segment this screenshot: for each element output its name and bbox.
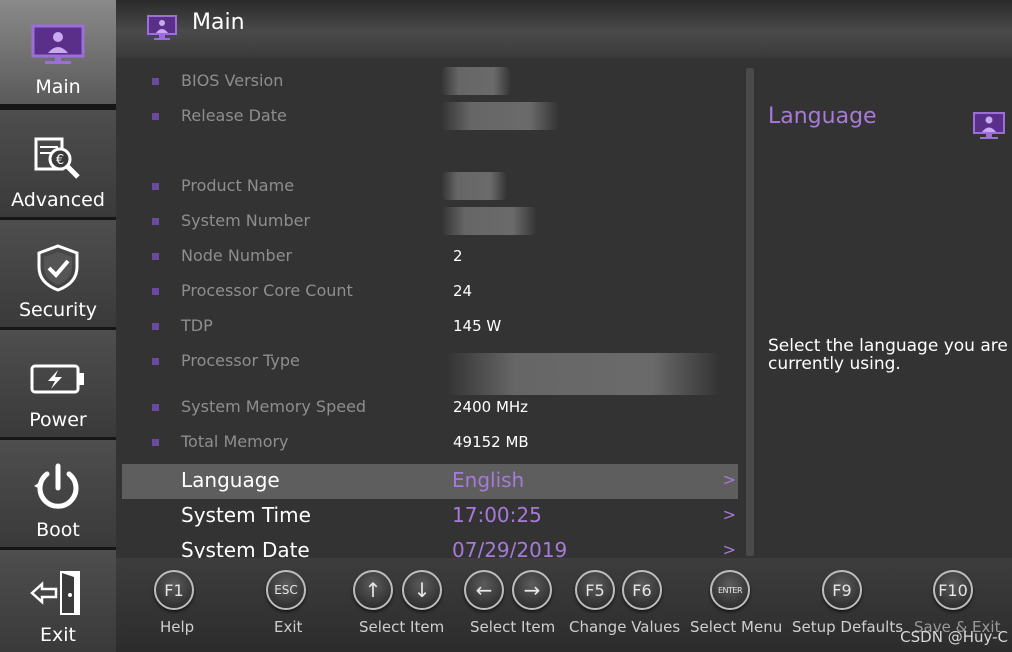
settings-list: BIOS Version Release Date Product Name S… (116, 58, 746, 562)
bullet-icon (152, 358, 159, 365)
bullet-icon (152, 218, 159, 225)
info-label: TDP (181, 316, 213, 335)
svg-text:€: € (56, 153, 64, 168)
info-value: 2 (453, 247, 463, 265)
info-row-core-count: Processor Core Count 24 (116, 275, 738, 310)
nav-label-advanced: Advanced (11, 189, 105, 211)
setting-label: System Time (181, 503, 311, 527)
chevron-right-icon: > (722, 505, 736, 524)
nav-item-boot[interactable]: Boot (0, 440, 116, 547)
nav-item-main[interactable]: Main (0, 0, 116, 104)
key-arrow-right-icon[interactable]: → (512, 570, 552, 610)
page-title: Main (192, 10, 245, 35)
nav-item-security[interactable]: Security (0, 220, 116, 327)
setting-row-language[interactable]: Language English > (122, 464, 738, 499)
bullet-icon (152, 113, 159, 120)
info-label: Processor Core Count (181, 281, 353, 300)
bullet-icon (152, 439, 159, 446)
key-arrow-left-icon[interactable]: ← (464, 570, 504, 610)
scroll-thumb[interactable] (746, 68, 754, 556)
info-label: Product Name (181, 176, 295, 195)
nav-item-power[interactable]: Power (0, 330, 116, 437)
setting-label: Language (181, 468, 280, 492)
help-title: Language (768, 104, 877, 129)
monitor-icon (972, 110, 1006, 146)
info-label: System Number (181, 211, 311, 230)
nav-item-exit[interactable]: Exit (0, 550, 116, 652)
bullet-icon (152, 183, 159, 190)
nav-label-boot: Boot (36, 519, 80, 541)
exit-door-icon (26, 564, 90, 622)
redacted-value (441, 172, 507, 200)
bullet-icon (152, 404, 159, 411)
nav-label-security: Security (18, 299, 98, 321)
info-label: Total Memory (181, 432, 289, 451)
info-row-total-memory: Total Memory 49152 MB (116, 426, 738, 461)
redacted-value (441, 67, 511, 95)
nav-item-advanced[interactable]: € Advanced (0, 110, 116, 217)
bullet-icon (152, 253, 159, 260)
info-row-system-number: System Number (116, 205, 738, 240)
key-f9[interactable]: F9 (822, 570, 862, 610)
shield-check-icon (26, 239, 90, 297)
info-label: Release Date (181, 106, 287, 125)
info-value: 2400 MHz (453, 398, 529, 416)
key-arrow-down-icon[interactable]: ↓ (402, 570, 442, 610)
battery-icon (26, 349, 90, 407)
magnify-chip-icon: € (26, 129, 90, 187)
nav-label-exit: Exit (40, 624, 76, 646)
monitor-icon (146, 14, 178, 46)
help-description: Select the language you are currently us… (768, 336, 1008, 374)
help-panel: Language Select the language you are cur… (756, 58, 1012, 558)
bullet-icon (152, 78, 159, 85)
info-label: BIOS Version (181, 71, 284, 90)
bullet-icon (152, 288, 159, 295)
info-row-product-name: Product Name (116, 170, 738, 205)
chevron-right-icon: > (722, 540, 736, 559)
key-caption-select-item-horizontal: Select Item (470, 618, 556, 636)
bullet-icon (152, 323, 159, 330)
key-f1[interactable]: F1 (154, 570, 194, 610)
key-enter[interactable]: ENTER (710, 570, 750, 610)
nav-label-power: Power (29, 409, 87, 431)
redacted-value (446, 353, 720, 395)
key-f6[interactable]: F6 (622, 570, 662, 610)
power-icon (26, 459, 90, 517)
info-row-bios-version: BIOS Version (116, 65, 738, 100)
info-label: Processor Type (181, 351, 300, 370)
key-caption-change-values: Change Values (569, 618, 681, 636)
key-legend-bar: F1 Help ESC Exit ↑ ↓ Select Item ← → Sel… (116, 558, 1012, 652)
key-f5[interactable]: F5 (575, 570, 615, 610)
key-caption-help: Help (160, 618, 195, 636)
info-value: 49152 MB (453, 433, 529, 451)
info-label: Node Number (181, 246, 293, 265)
info-row-tdp: TDP 145 W (116, 310, 738, 345)
key-caption-exit: Exit (274, 618, 303, 636)
key-caption-setup-defaults: Setup Defaults (792, 618, 904, 636)
watermark-text: CSDN @Huy-C (900, 628, 1008, 646)
setting-value[interactable]: English (452, 468, 524, 492)
info-row-processor-type: Processor Type (116, 345, 738, 395)
key-arrow-up-icon[interactable]: ↑ (353, 570, 393, 610)
info-row-release-date: Release Date (116, 100, 738, 135)
nav-label-main: Main (35, 76, 81, 98)
info-value: 145 W (453, 317, 502, 335)
redacted-value (441, 102, 559, 130)
sidebar-nav: Main € Advanced Security Power Boot Exit (0, 0, 116, 652)
key-esc[interactable]: ESC (266, 570, 306, 610)
info-value: 24 (453, 282, 473, 300)
info-label: System Memory Speed (181, 397, 367, 416)
setting-value[interactable]: 17:00:25 (452, 503, 542, 527)
page-header: Main (116, 0, 1012, 58)
chevron-right-icon: > (722, 470, 736, 489)
setting-row-system-time[interactable]: System Time 17:00:25 > (116, 499, 738, 534)
scrollbar[interactable] (746, 68, 754, 556)
info-row-node-number: Node Number 2 (116, 240, 738, 275)
redacted-value (441, 207, 537, 235)
key-caption-select-menu: Select Menu (690, 618, 783, 636)
key-f10[interactable]: F10 (933, 570, 973, 610)
info-row-memory-speed: System Memory Speed 2400 MHz (116, 391, 738, 426)
key-caption-select-item-vertical: Select Item (359, 618, 445, 636)
monitor-icon (26, 16, 90, 74)
